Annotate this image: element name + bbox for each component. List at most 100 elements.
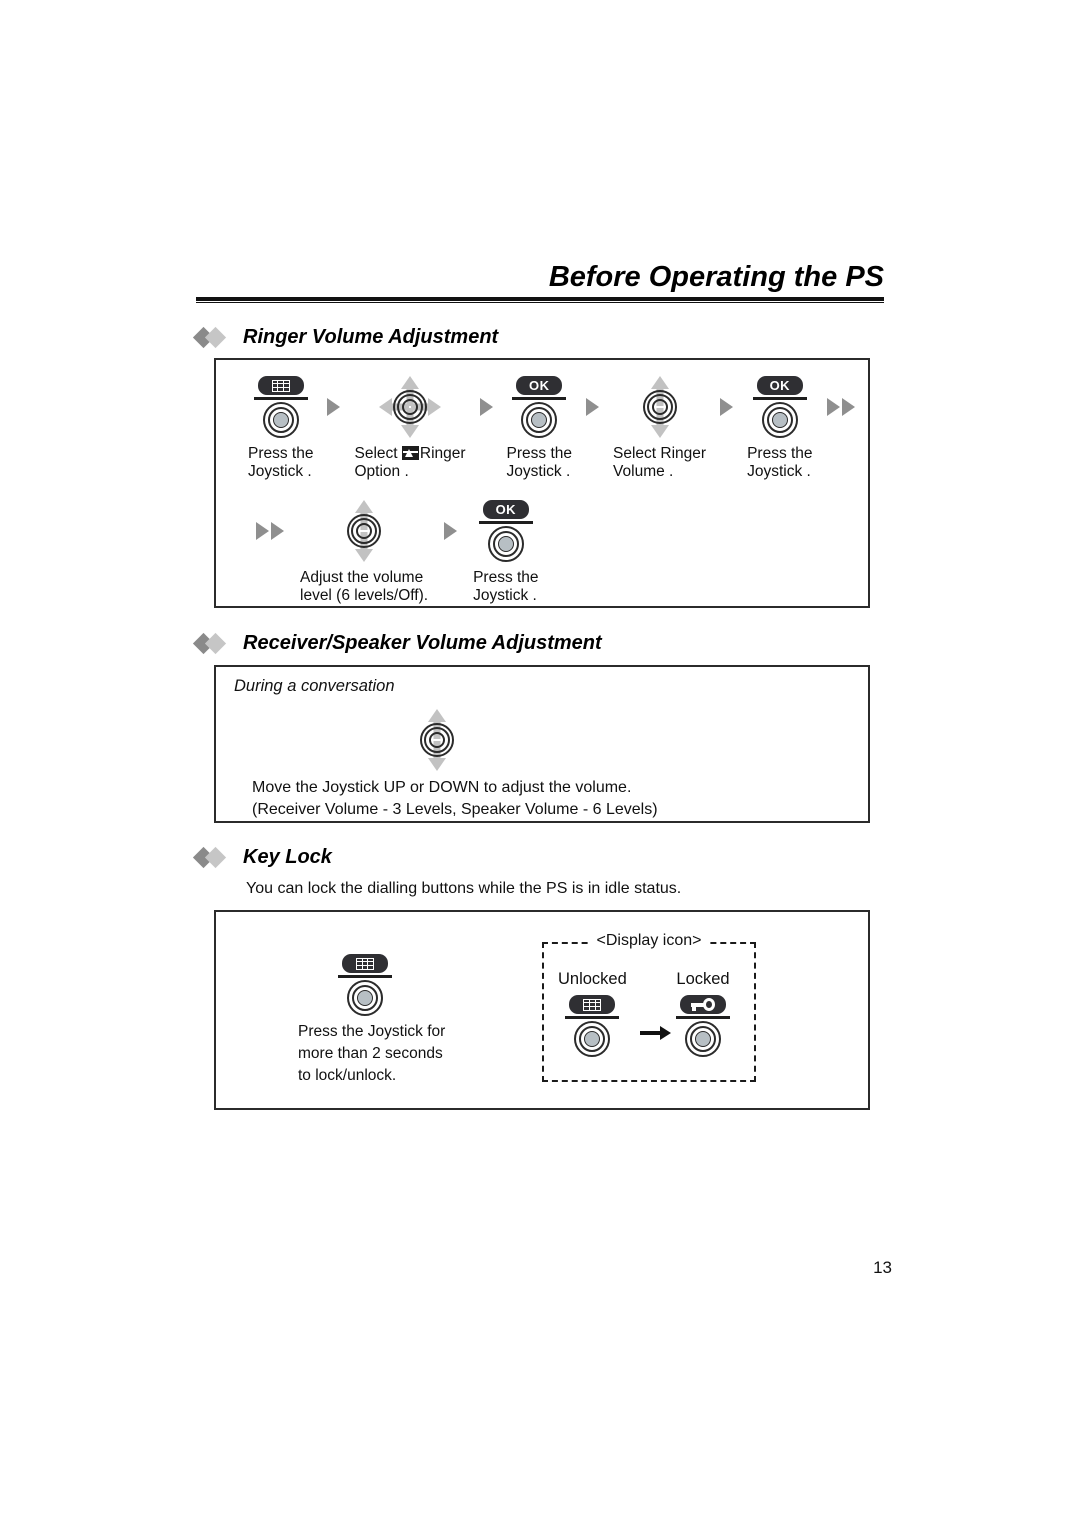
step-separator-arrow-4 bbox=[720, 376, 734, 438]
joystick-rings-icon bbox=[642, 390, 677, 424]
keypad-grid-icon bbox=[355, 956, 375, 971]
step-separator-arrow-2 bbox=[479, 376, 493, 438]
display-icon-group: <Display icon> Unlocked Locked bbox=[542, 932, 756, 1082]
arrow-down-icon bbox=[401, 425, 420, 438]
step-caption-3: Press the Joystick . bbox=[507, 445, 572, 482]
key-icon bbox=[691, 998, 715, 1011]
joystick-updown-icon bbox=[406, 709, 468, 771]
step-caption-line1: Press the bbox=[506, 445, 573, 462]
ok-cap-icon: OK bbox=[516, 376, 563, 395]
step-caption-line2: level (6 levels/Off). bbox=[300, 587, 429, 605]
joystick-rings-icon bbox=[420, 723, 454, 757]
ringer-badge-icon bbox=[401, 446, 419, 460]
joystick-updown-icon bbox=[629, 376, 691, 438]
key-lock-instruction-line3: to lock/unlock. bbox=[298, 1067, 397, 1084]
step-caption-line1: Press the bbox=[747, 445, 813, 462]
section-heading-receiver-speaker: Receiver/Speaker Volume Adjustment bbox=[192, 632, 602, 655]
step-separator-double-arrow-end bbox=[826, 376, 855, 438]
joystick-4way-icon bbox=[379, 376, 442, 438]
joystick-rings-icon bbox=[393, 390, 428, 424]
key-lock-intro: You can lock the dialling buttons while … bbox=[246, 880, 682, 897]
section-title-receiver-speaker: Receiver/Speaker Volume Adjustment bbox=[243, 632, 602, 654]
ok-cap-icon: OK bbox=[756, 376, 803, 395]
keypad-cap-icon bbox=[257, 376, 304, 395]
step-press-joystick-1: Press the Joystick . bbox=[248, 376, 313, 482]
step-caption-line1-with-badge: Select Ringer bbox=[354, 445, 465, 463]
joystick-keypad-icon bbox=[334, 954, 396, 1016]
step-separator-arrow-1 bbox=[327, 376, 341, 438]
receiver-speaker-diagram-box: During a conversation Move the Joystick … bbox=[214, 665, 870, 823]
step-caption-6: Adjust the volume level (6 levels/Off). bbox=[300, 569, 428, 606]
cap-underline bbox=[512, 397, 567, 400]
cap-underline bbox=[478, 521, 533, 524]
section-title-ringer-volume: Ringer Volume Adjustment bbox=[243, 326, 499, 348]
step-caption-line1: Press the bbox=[248, 445, 314, 462]
select-label: Select bbox=[354, 445, 402, 462]
arrow-left-icon bbox=[379, 398, 393, 416]
joystick-unlocked-icon bbox=[561, 995, 623, 1057]
step-separator-double-arrow-start bbox=[256, 500, 284, 562]
joystick-dial-icon bbox=[685, 1021, 721, 1057]
joystick-dial-icon bbox=[761, 402, 798, 438]
key-lock-diagram-box: Press the Joystick for more than 2 secon… bbox=[214, 910, 870, 1110]
step-caption-line1: Adjust the volume bbox=[300, 569, 424, 586]
step-caption-line1: Select Ringer bbox=[613, 445, 707, 462]
key-lock-instruction-line1: Press the Joystick for bbox=[298, 1023, 446, 1040]
step-separator-arrow-5 bbox=[444, 500, 458, 562]
joystick-ok-icon: OK bbox=[475, 500, 537, 562]
step-caption-1: Press the Joystick . bbox=[248, 445, 313, 482]
joystick-updown-icon bbox=[333, 500, 395, 562]
step-caption-line1: Press the bbox=[473, 569, 539, 586]
arrow-up-icon bbox=[401, 376, 420, 389]
joystick-updown-icon-wrapper bbox=[406, 709, 468, 771]
display-icon-label: <Display icon> bbox=[590, 932, 708, 950]
keypad-cap-icon bbox=[342, 954, 388, 973]
document-page: Before Operating the PS Ringer Volume Ad… bbox=[0, 0, 1080, 1528]
transition-arrow-icon bbox=[640, 1026, 671, 1040]
arrow-right-icon bbox=[428, 398, 442, 416]
cap-underline bbox=[253, 397, 308, 400]
arrow-down-icon bbox=[650, 425, 669, 438]
joystick-dial-icon bbox=[487, 526, 524, 562]
step-caption-7: Press the Joystick . bbox=[473, 569, 538, 606]
joystick-keypad-icon bbox=[250, 376, 312, 438]
step-separator-arrow-3 bbox=[586, 376, 600, 438]
arrow-up-icon bbox=[428, 709, 446, 722]
diamond-bullet-icon bbox=[192, 326, 234, 348]
page-header: Before Operating the PS bbox=[196, 262, 884, 304]
step-caption-line2: Joystick . bbox=[506, 463, 571, 481]
joystick-dial-icon bbox=[262, 402, 299, 438]
step-press-joystick-4: OK Press the Joystick . bbox=[473, 500, 539, 606]
arrow-down-icon bbox=[355, 549, 374, 562]
joystick-rings-icon bbox=[347, 514, 382, 548]
cap-underline bbox=[752, 397, 807, 400]
step-press-joystick-3: OK Press the Joystick . bbox=[747, 376, 813, 482]
unlocked-state: Unlocked bbox=[558, 970, 627, 1057]
key-lock-joystick-wrapper bbox=[334, 954, 396, 1016]
section-heading-key-lock: Key Lock bbox=[192, 846, 332, 869]
keypad-grid-icon bbox=[270, 378, 291, 393]
step-caption-4: Select Ringer Volume . bbox=[613, 445, 706, 482]
arrow-up-icon bbox=[650, 376, 669, 389]
keypad-grid-icon bbox=[582, 997, 603, 1012]
ringer-volume-step-row-2: Adjust the volume level (6 levels/Off). … bbox=[256, 500, 539, 606]
locked-state: Locked bbox=[672, 970, 734, 1057]
cap-underline bbox=[338, 975, 392, 978]
step-caption-5: Press the Joystick . bbox=[747, 445, 812, 482]
cap-underline bbox=[565, 1016, 620, 1019]
receiver-speaker-body-line2: (Receiver Volume - 3 Levels, Speaker Vol… bbox=[252, 801, 658, 818]
keypad-cap-icon bbox=[569, 995, 616, 1014]
page-number: 13 bbox=[873, 1258, 892, 1277]
arrow-up-icon bbox=[355, 500, 374, 513]
step-caption-line2: Joystick . bbox=[747, 463, 811, 481]
joystick-ok-icon: OK bbox=[749, 376, 811, 438]
joystick-dial-icon bbox=[574, 1021, 611, 1057]
ringer-volume-diagram-box: Press the Joystick . Select Ringer Optio… bbox=[214, 358, 870, 608]
joystick-dial-icon bbox=[347, 980, 383, 1016]
diamond-bullet-icon bbox=[192, 632, 234, 654]
ringer-label: Ringer bbox=[419, 445, 466, 462]
section-heading-ringer-volume: Ringer Volume Adjustment bbox=[192, 326, 499, 349]
section-title-key-lock: Key Lock bbox=[243, 846, 332, 868]
step-press-joystick-2: OK Press the Joystick . bbox=[507, 376, 572, 482]
step-adjust-volume-level: Adjust the volume level (6 levels/Off). bbox=[300, 500, 428, 606]
